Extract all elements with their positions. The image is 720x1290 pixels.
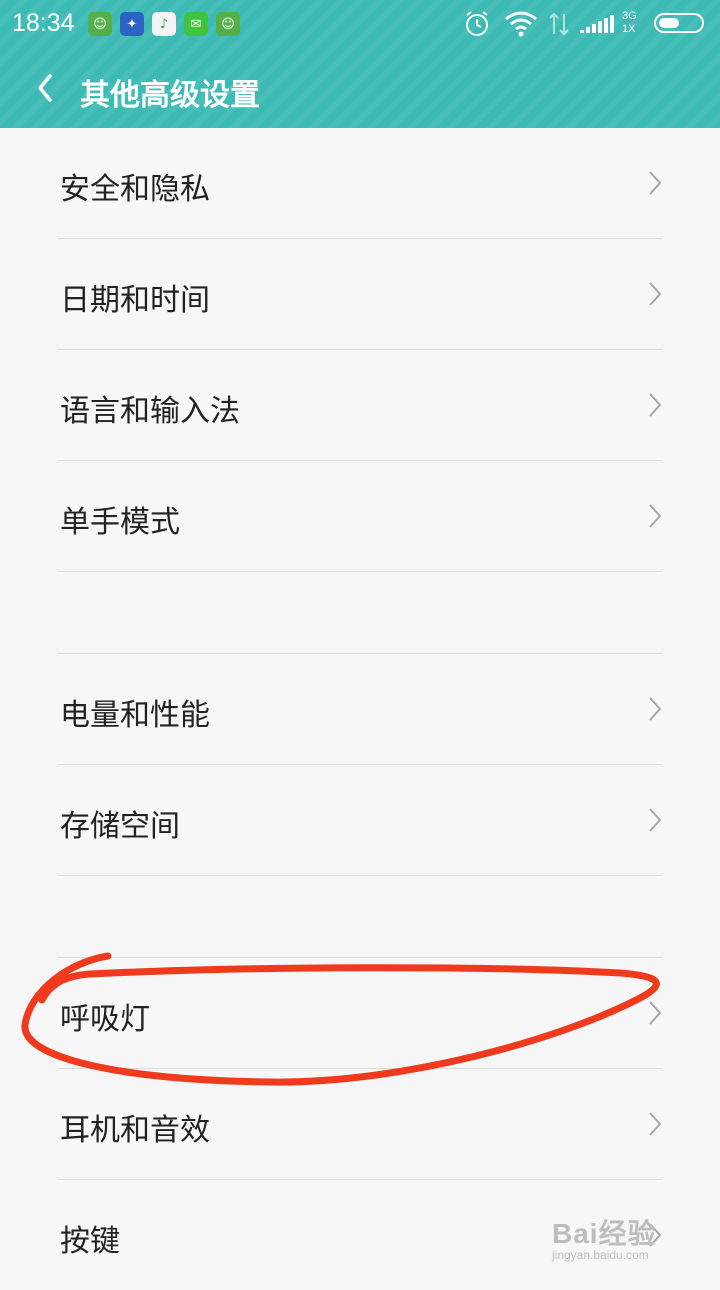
list-item-label: 单手模式 (60, 505, 180, 540)
list-item-breathing-light[interactable]: 呼吸灯 (0, 958, 720, 1068)
signal-icon (580, 15, 614, 33)
list-item-date-time[interactable]: 日期和时间 (0, 239, 720, 349)
list-item-label: 耳机和音效 (60, 1113, 210, 1148)
status-time: 18:34 (12, 9, 75, 37)
list-item-storage[interactable]: 存储空间 (0, 765, 720, 875)
list-item-language-input[interactable]: 语言和输入法 (0, 350, 720, 460)
list-item-label: 安全和隐私 (60, 172, 210, 207)
list-item-label: 存储空间 (60, 809, 180, 844)
status-bar: 18:34 ☺ ✦ ♪ ✉ ☺ 3G 1X (0, 0, 720, 48)
music-notification-icon: ♪ (152, 12, 176, 36)
chevron-right-icon (649, 808, 662, 832)
data-transfer-icon (549, 12, 569, 36)
chevron-right-icon (649, 282, 662, 306)
android-notification-icon: ☺ (88, 12, 112, 36)
chevron-right-icon (649, 697, 662, 721)
alarm-icon (466, 11, 488, 36)
chevron-right-icon (649, 171, 662, 195)
wifi-icon (505, 11, 537, 37)
app-header: 18:34 ☺ ✦ ♪ ✉ ☺ 3G 1X 其他高级设置 (0, 0, 720, 128)
list-item-security-privacy[interactable]: 安全和隐私 (0, 128, 720, 238)
battery-icon (654, 13, 704, 33)
chevron-right-icon (649, 1001, 662, 1025)
app-notification-icon: ✦ (120, 12, 144, 36)
chevron-right-icon (649, 504, 662, 528)
list-item-label: 电量和性能 (60, 698, 210, 733)
list-item-headphones-audio[interactable]: 耳机和音效 (0, 1069, 720, 1179)
list-item-battery-performance[interactable]: 电量和性能 (0, 654, 720, 764)
divider (58, 875, 662, 876)
android-notification-icon: ☺ (216, 12, 240, 36)
list-item-label: 按键 (60, 1224, 120, 1259)
baidu-watermark: Bai经验 jingyan.baidu.com (552, 1218, 657, 1262)
network-type: 3G 1X (622, 10, 637, 35)
chevron-right-icon (649, 393, 662, 417)
chevron-right-icon (649, 1112, 662, 1136)
back-arrow-icon[interactable] (30, 68, 70, 108)
page-title: 其他高级设置 (80, 78, 260, 113)
wechat-notification-icon: ✉ (184, 12, 208, 36)
list-item-label: 呼吸灯 (60, 1002, 150, 1037)
divider (58, 571, 662, 572)
list-item-one-hand-mode[interactable]: 单手模式 (0, 461, 720, 571)
list-item-label: 日期和时间 (60, 283, 210, 318)
list-item-label: 语言和输入法 (60, 394, 240, 429)
title-bar: 其他高级设置 (0, 56, 720, 122)
